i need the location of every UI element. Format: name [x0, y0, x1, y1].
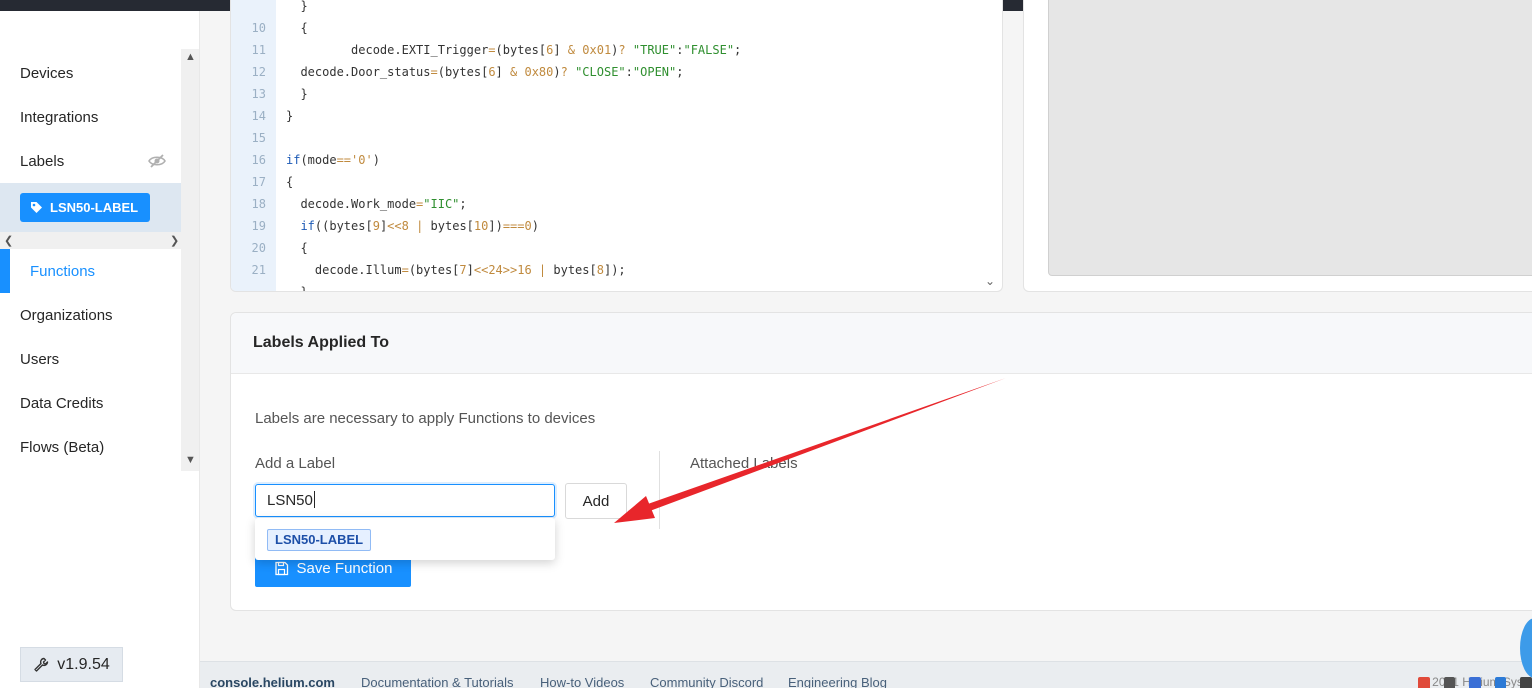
sidebar-vertical-scrollbar[interactable]: ▲ ▼ — [181, 49, 199, 471]
tray-icon[interactable] — [1520, 677, 1532, 688]
label-suggestion-option[interactable]: LSN50-LABEL — [267, 529, 372, 551]
footer: console.helium.com Documentation & Tutor… — [200, 661, 1532, 688]
code-editor[interactable]: } 10 { 11 decode.EXTI_Trigger=(bytes[6] … — [230, 0, 1003, 292]
sidebar-item-integrations[interactable]: Integrations — [0, 95, 181, 139]
system-tray — [1415, 677, 1532, 688]
sidebar: Devices Integrations Labels LSN50-LABEL … — [0, 11, 200, 688]
add-label-title: Add a Label — [255, 455, 336, 472]
code-line: 19 if((bytes[9]<<8 | bytes[10])===0) — [251, 219, 539, 233]
label-search-input[interactable]: LSN50 — [255, 484, 555, 517]
column-divider — [659, 451, 660, 529]
tray-icon[interactable] — [1469, 677, 1481, 688]
section-title: Labels Applied To — [253, 334, 390, 351]
help-text: Labels are necessary to apply Functions … — [255, 410, 596, 427]
code-line: 21 decode.Illum=(bytes[7]<<24>>16 | byte… — [251, 263, 626, 277]
code-line: 10 { — [251, 21, 308, 35]
sidebar-item-label: Devices — [20, 64, 74, 82]
active-label-chip[interactable]: LSN50-LABEL — [20, 193, 150, 222]
labels-applied-card: Labels Applied To Labels are necessary t… — [230, 312, 1532, 611]
sidebar-label-row: LSN50-LABEL — [0, 183, 181, 232]
attached-labels-title: Attached Labels — [690, 455, 798, 472]
version-badge: v1.9.54 — [20, 647, 123, 682]
sidebar-item-labels[interactable]: Labels — [0, 139, 181, 183]
tray-icon[interactable] — [1418, 677, 1430, 688]
save-button-label: Save Function — [296, 559, 393, 577]
text-caret — [313, 491, 315, 508]
code-line: 18 decode.Work_mode="IIC"; — [251, 197, 467, 211]
add-label-button[interactable]: Add — [565, 483, 627, 519]
sidebar-horizontal-scrollbar[interactable]: ❮ ❯ — [0, 232, 181, 249]
active-indicator — [0, 249, 10, 293]
sidebar-item-label: Organizations — [20, 306, 113, 324]
scroll-left-icon[interactable]: ❮ — [4, 234, 13, 247]
code-line: 14} — [251, 109, 294, 123]
sidebar-item-flows[interactable]: Flows (Beta) — [0, 425, 181, 469]
code-line: 12 decode.Door_status=(bytes[6] & 0x80)?… — [251, 65, 684, 79]
code-line: 16 if(mode=='0') — [251, 153, 380, 167]
code-line: 15 — [251, 131, 266, 145]
footer-brand-link[interactable]: console.helium.com — [210, 675, 335, 688]
code-line: 11 decode.EXTI_Trigger=(bytes[6] & 0x01)… — [251, 43, 742, 57]
tray-icon[interactable] — [1494, 677, 1507, 688]
footer-link-documentation[interactable]: Documentation & Tutorials — [361, 675, 513, 688]
eye-slash-icon[interactable] — [148, 153, 166, 169]
footer-link-blog[interactable]: Engineering Blog — [788, 675, 887, 688]
footer-link-discord[interactable]: Community Discord — [650, 675, 763, 688]
output-panel — [1023, 0, 1532, 292]
sidebar-item-label: Labels — [20, 152, 65, 170]
code-line: 17{ — [251, 175, 294, 189]
code-line: 20 { — [251, 241, 308, 255]
scroll-down-icon[interactable]: ▼ — [185, 454, 196, 466]
scroll-up-icon[interactable]: ▲ — [185, 51, 196, 63]
sidebar-item-users[interactable]: Users — [0, 337, 181, 381]
sidebar-item-label: Functions — [30, 262, 96, 280]
sidebar-item-label: Data Credits — [20, 394, 104, 412]
output-area — [1048, 0, 1532, 276]
labels-card-header: Labels Applied To — [231, 313, 1532, 374]
sidebar-item-organizations[interactable]: Organizations — [0, 293, 181, 337]
code-line: } — [286, 285, 308, 292]
sidebar-item-functions[interactable]: Functions — [0, 249, 181, 293]
sidebar-item-devices[interactable]: Devices — [0, 51, 181, 95]
code-line: } — [286, 0, 308, 13]
scroll-right-icon[interactable]: ❯ — [170, 234, 179, 247]
tray-icon[interactable] — [1443, 677, 1456, 688]
code-line: 13 } — [251, 87, 308, 101]
version-text: v1.9.54 — [57, 655, 110, 673]
sidebar-item-label: Users — [20, 350, 60, 368]
sidebar-item-label: Flows (Beta) — [20, 438, 105, 456]
sidebar-item-label: Integrations — [20, 108, 99, 126]
label-chip-text: LSN50-LABEL — [50, 200, 139, 215]
sidebar-item-data-credits[interactable]: Data Credits — [0, 381, 181, 425]
save-icon — [274, 561, 288, 575]
editor-scroll-down-icon[interactable]: ⌄ — [985, 274, 995, 288]
label-suggestions-dropdown: LSN50-LABEL — [255, 518, 555, 560]
add-button-label: Add — [582, 492, 610, 510]
footer-link-videos[interactable]: How-to Videos — [540, 675, 624, 688]
tag-icon — [31, 202, 42, 213]
input-value: LSN50 — [267, 492, 313, 509]
wrench-icon — [34, 657, 49, 672]
